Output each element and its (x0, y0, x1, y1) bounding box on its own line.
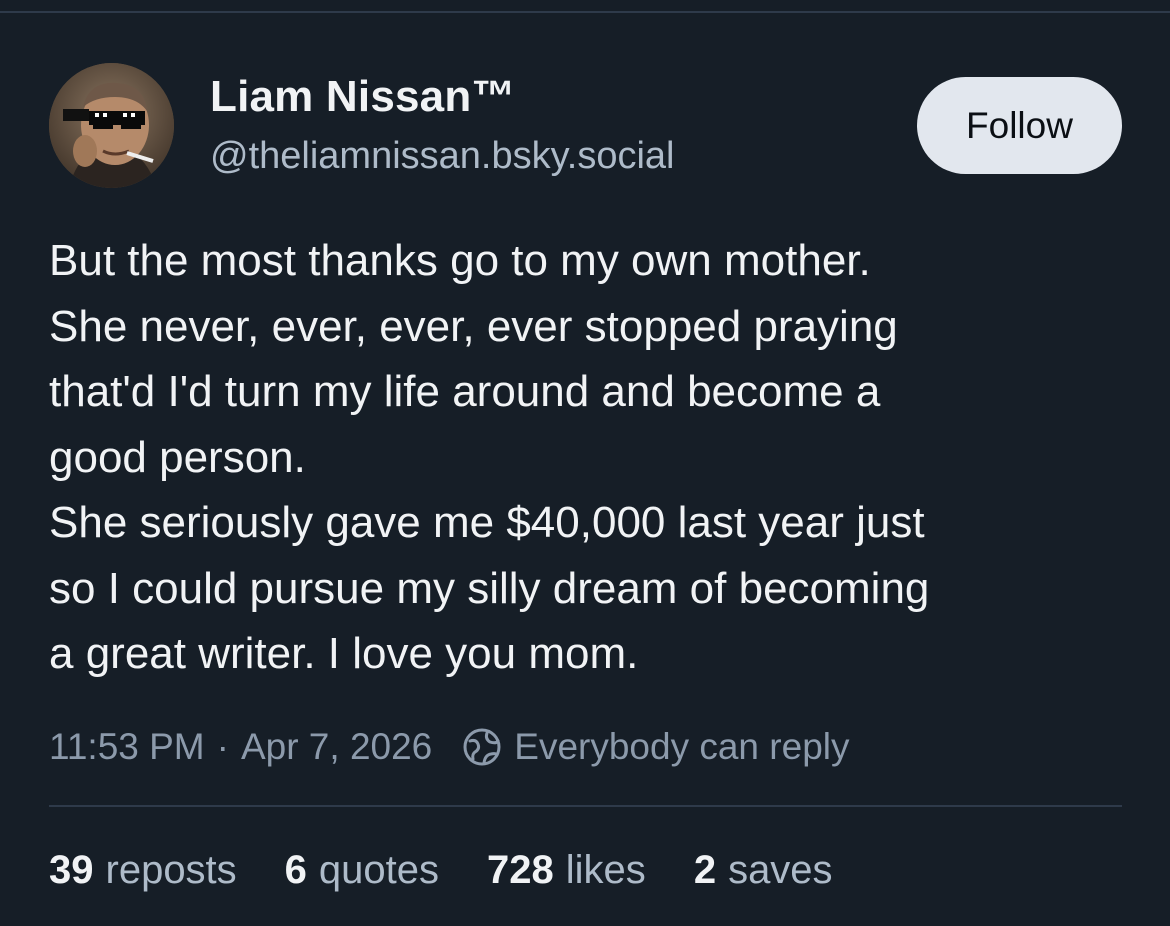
stats-divider (49, 805, 1122, 807)
post-text-line: But the most thanks go to my own mother. (49, 236, 871, 285)
stat-label: likes (565, 847, 646, 892)
post-text-line: She never, ever, ever, ever stopped pray… (49, 301, 898, 351)
stat-label: saves (728, 847, 833, 892)
stat-likes[interactable]: 728 likes (487, 848, 646, 893)
post-time: 11:53 PM (49, 726, 205, 767)
post-text: But the most thanks go to my own mother.… (49, 228, 1139, 687)
post-stats: 39 reposts 6 quotes 728 likes 2 saves (49, 842, 881, 898)
avatar-image (49, 63, 174, 188)
stat-count: 2 (693, 847, 717, 892)
reply-setting[interactable]: Everybody can reply (514, 726, 849, 768)
post-text-line: so I could pursue my silly dream of beco… (49, 563, 930, 613)
post-meta: 11:53 PM · Apr 7, 2026 Everybody can rep… (49, 722, 850, 772)
stat-count: 728 (487, 847, 554, 892)
author-display-name[interactable]: Liam Nissan™ (210, 72, 516, 122)
stat-quotes[interactable]: 6 quotes (285, 848, 439, 893)
meta-separator: · (216, 726, 229, 767)
follow-button[interactable]: Follow (917, 77, 1122, 174)
author-handle[interactable]: @theliamnissan.bsky.social (210, 135, 675, 178)
post-text-line: She seriously gave me $40,000 last year … (49, 498, 925, 547)
post-date: Apr 7, 2026 (240, 726, 433, 767)
stat-label: quotes (318, 847, 440, 892)
post-thread-view: Liam Nissan™ @theliamnissan.bsky.social … (0, 0, 1170, 926)
post-text-line: good person. (49, 432, 306, 482)
post-text-line: a great writer. I love you mom. (49, 629, 639, 678)
avatar[interactable] (49, 63, 174, 188)
post-text-line: that'd I'd turn my life around and becom… (49, 367, 881, 416)
stat-reposts[interactable]: 39 reposts (49, 848, 237, 893)
stat-count: 39 (49, 847, 94, 892)
stat-count: 6 (284, 847, 307, 892)
globe-icon (460, 725, 504, 769)
stat-label: reposts (105, 847, 237, 892)
stat-saves[interactable]: 2 saves (694, 848, 833, 893)
top-divider (0, 11, 1170, 13)
